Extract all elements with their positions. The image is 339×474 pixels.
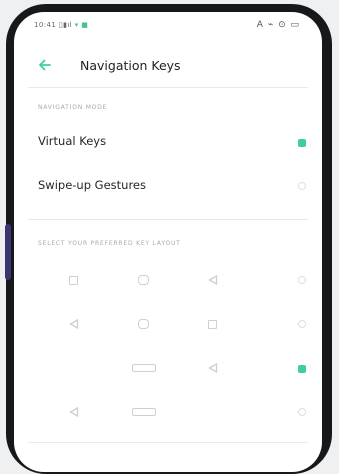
gesture-pill-icon [132,408,156,416]
layout-option-1[interactable] [14,260,322,300]
back-key-icon [69,407,79,417]
recent-apps-key-icon [208,320,217,329]
home-key-icon [138,275,149,285]
layout-option-4[interactable] [14,392,322,432]
radio-unselected-icon[interactable] [298,182,306,190]
bottom-divider [28,442,308,443]
back-arrow-icon[interactable] [34,54,56,76]
option-label: Swipe-up Gestures [38,178,146,192]
section-key-layout: SELECT YOUR PREFERRED KEY LAYOUT [38,240,181,247]
radio-unselected-icon[interactable] [298,276,306,284]
back-key-icon [69,319,79,329]
phone-screen: 10:41 ▯▮ıl ▾ ■ A ⌁ ⊙ ▭ Navigation Keys N… [14,12,322,472]
back-key-icon [208,275,218,285]
status-icons: A ⌁ ⊙ ▭ [256,20,300,30]
page-title: Navigation Keys [80,58,181,73]
back-key-icon [208,363,218,373]
volume-button [5,224,11,280]
section-divider [28,219,308,220]
radio-selected-icon[interactable] [298,365,306,373]
option-label: Virtual Keys [38,134,107,148]
gesture-pill-icon [132,364,156,372]
radio-unselected-icon[interactable] [298,408,306,416]
option-virtual-keys[interactable]: Virtual Keys [14,122,322,162]
wifi-icon: ▾ ■ [74,21,89,29]
signal-icon: ▯▮ıl [58,21,73,29]
home-key-icon [138,319,149,329]
option-swipe-up-gestures[interactable]: Swipe-up Gestures [14,166,322,206]
header-divider [28,87,308,88]
layout-option-2[interactable] [14,304,322,344]
page-header: Navigation Keys [14,50,322,80]
section-navigation-mode: NAVIGATION MODE [38,104,108,111]
radio-unselected-icon[interactable] [298,320,306,328]
clock: 10:41 [34,21,57,29]
layout-option-3[interactable] [14,348,322,388]
recent-apps-key-icon [69,276,78,285]
radio-selected-icon[interactable] [298,139,306,147]
status-bar: 10:41 ▯▮ıl ▾ ■ A ⌁ ⊙ ▭ [14,12,322,40]
